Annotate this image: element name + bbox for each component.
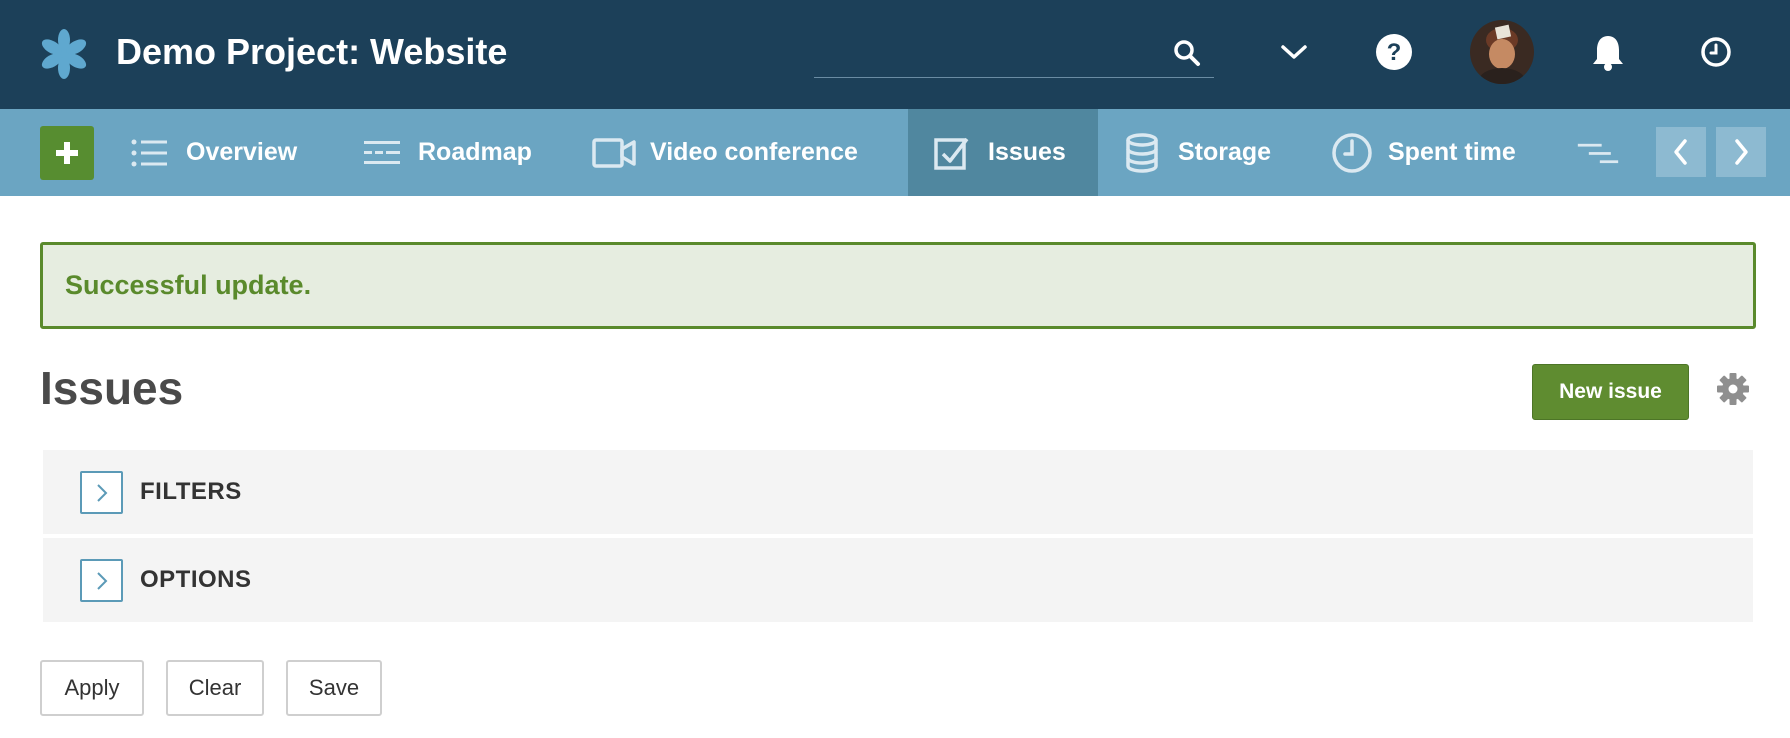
menu-scroll-left-button[interactable] <box>1656 127 1706 177</box>
apply-button[interactable]: Apply <box>40 660 144 716</box>
flash-message: Successful update. <box>65 270 312 300</box>
nav-item-label: Roadmap <box>418 138 532 166</box>
nav-item-issues[interactable]: Issues <box>908 109 1098 196</box>
create-new-button[interactable] <box>40 126 94 180</box>
nav-item-label: Spent time <box>1388 138 1516 166</box>
new-issue-button[interactable]: New issue <box>1532 364 1689 420</box>
roadmap-icon <box>360 131 404 175</box>
options-toggle-button[interactable] <box>80 559 123 602</box>
flash-success: Successful update. <box>40 242 1756 329</box>
project-menu: Overview Roadmap Video conference Issues… <box>0 109 1790 196</box>
nav-item-more[interactable] <box>1576 109 1634 196</box>
chevron-down-icon[interactable] <box>1274 28 1314 76</box>
nav-item-storage[interactable]: Storage <box>1120 109 1271 196</box>
nav-item-label: Overview <box>186 138 298 166</box>
help-icon[interactable]: ? <box>1374 28 1414 76</box>
chevron-right-icon <box>96 571 107 590</box>
page-title: Issues <box>40 362 184 414</box>
svg-text:?: ? <box>1387 39 1402 66</box>
plus-icon <box>56 142 78 164</box>
nav-item-label: Issues <box>988 138 1066 166</box>
avatar[interactable] <box>1470 20 1534 84</box>
nav-item-video-conference[interactable]: Video conference <box>592 109 858 196</box>
chevron-left-icon <box>1674 139 1687 165</box>
project-title[interactable]: Demo Project: Website <box>116 28 507 76</box>
video-icon <box>592 131 636 175</box>
nav-item-label: Storage <box>1178 138 1272 166</box>
filters-section: FILTERS <box>43 450 1753 534</box>
nav-item-label: Video conference <box>650 138 858 166</box>
list-icon <box>128 131 172 175</box>
top-bar: Demo Project: Website ? <box>0 0 1790 109</box>
search-icon[interactable] <box>1172 38 1202 68</box>
save-button[interactable]: Save <box>286 660 382 716</box>
search-input[interactable] <box>814 28 1164 76</box>
filters-label[interactable]: FILTERS <box>140 478 242 506</box>
menu-scroll-right-button[interactable] <box>1716 127 1766 177</box>
chevron-right-icon <box>1735 139 1748 165</box>
clear-button[interactable]: Clear <box>166 660 264 716</box>
options-label[interactable]: OPTIONS <box>140 566 252 594</box>
nav-item-overview[interactable]: Overview <box>128 109 297 196</box>
time-tracking-icon[interactable] <box>1696 28 1736 76</box>
nav-item-roadmap[interactable]: Roadmap <box>360 109 532 196</box>
nav-item-spent-time[interactable]: Spent time <box>1330 109 1516 196</box>
filters-toggle-button[interactable] <box>80 471 123 514</box>
gantt-icon <box>1576 131 1620 175</box>
app-logo-icon[interactable] <box>38 28 90 80</box>
options-section: OPTIONS <box>43 538 1753 622</box>
bell-icon[interactable] <box>1588 28 1628 76</box>
checkbox-icon <box>930 131 974 175</box>
clock-icon <box>1330 131 1374 175</box>
chevron-right-icon <box>96 483 107 502</box>
database-icon <box>1120 131 1164 175</box>
search-box[interactable] <box>814 28 1214 78</box>
gear-icon[interactable] <box>1716 372 1750 406</box>
